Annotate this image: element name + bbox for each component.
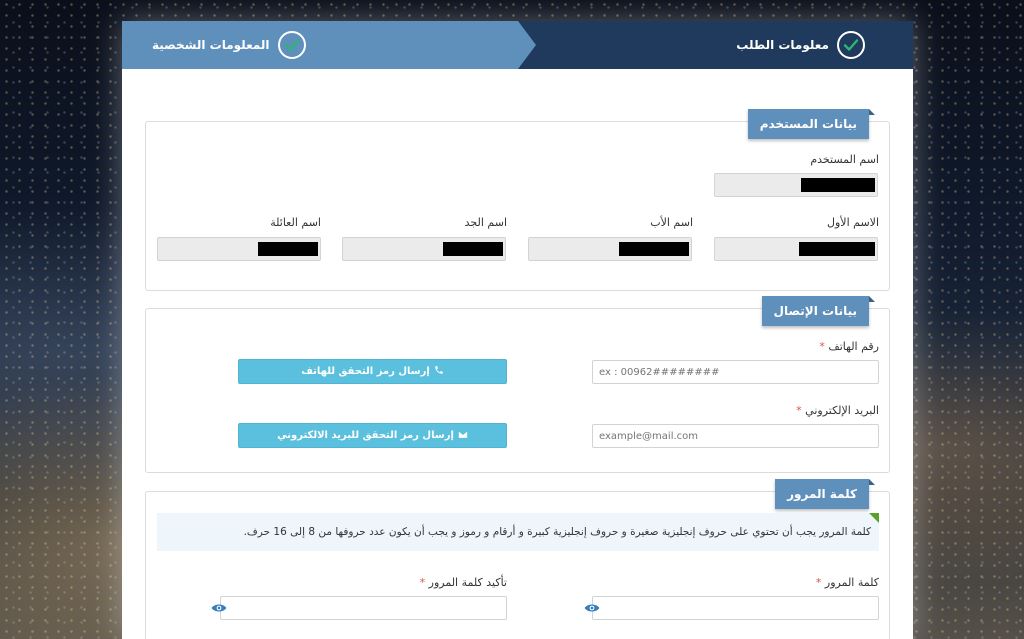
grandfather-name-field [342,237,506,261]
email-input[interactable] [592,424,879,448]
envelope-icon [457,429,468,442]
send-phone-code-label: إرسال رمز التحقق للهاتف [301,366,430,377]
confirm-password-input[interactable] [220,596,507,620]
section-title: كلمة المرور [775,479,875,509]
wizard-step-personal-info[interactable]: المعلومات الشخصية [122,21,518,69]
wizard-step-label: المعلومات الشخصية [152,38,270,52]
phone-label: رقم الهاتف * [819,340,879,353]
redacted-value [799,242,875,256]
username-label: اسم المستخدم [810,153,879,166]
check-circle-icon [277,31,306,59]
user-data-section: بيانات المستخدم اسم المستخدم الاسم الأول… [145,109,890,291]
phone-icon [434,365,444,378]
password-label: كلمة المرور * [815,576,879,589]
email-label: البريد الإلكتروني * [796,404,879,417]
send-phone-code-button[interactable]: إرسال رمز التحقق للهاتف [238,359,507,384]
username-field [714,173,878,197]
registration-card: معلومات الطلب المعلومات الشخصية بيانات ا… [122,21,913,639]
send-email-code-button[interactable]: إرسال رمز التحقق للبريد الالكتروني [238,423,507,448]
password-section: كلمة المرور كلمة المرور يجب أن تحتوي على… [145,479,890,639]
wizard-steps: معلومات الطلب المعلومات الشخصية [122,21,913,69]
redacted-value [619,242,689,256]
family-name-field [157,237,321,261]
family-name-label: اسم العائلة [270,216,321,229]
confirm-password-label: تأكيد كلمة المرور * [419,576,507,589]
contact-data-section: بيانات الإتصال رقم الهاتف * إرسال رمز ال… [145,296,890,473]
wizard-step-label: معلومات الطلب [736,38,829,52]
father-name-label: اسم الأب [650,216,693,229]
father-name-field [528,237,692,261]
eye-icon[interactable] [584,600,600,616]
password-input[interactable] [592,596,879,620]
password-hint-text: كلمة المرور يجب أن تحتوي على حروف إنجليز… [243,526,871,538]
wizard-step-request-info[interactable]: معلومات الطلب [517,21,913,69]
first-name-field [714,237,878,261]
phone-input[interactable] [592,360,879,384]
redacted-value [801,178,875,192]
hint-corner-marker [869,513,879,523]
section-title: بيانات المستخدم [747,109,876,139]
redacted-value [443,242,503,256]
wizard-arrow [518,21,536,69]
grandfather-name-label: اسم الجد [464,216,507,229]
send-email-code-label: إرسال رمز التحقق للبريد الالكتروني [277,430,454,441]
redacted-value [258,242,318,256]
section-title: بيانات الإتصال [761,296,876,326]
eye-icon[interactable] [211,600,227,616]
first-name-label: الاسم الأول [827,216,879,229]
check-circle-icon [837,31,865,59]
password-hint: كلمة المرور يجب أن تحتوي على حروف إنجليز… [157,513,879,551]
